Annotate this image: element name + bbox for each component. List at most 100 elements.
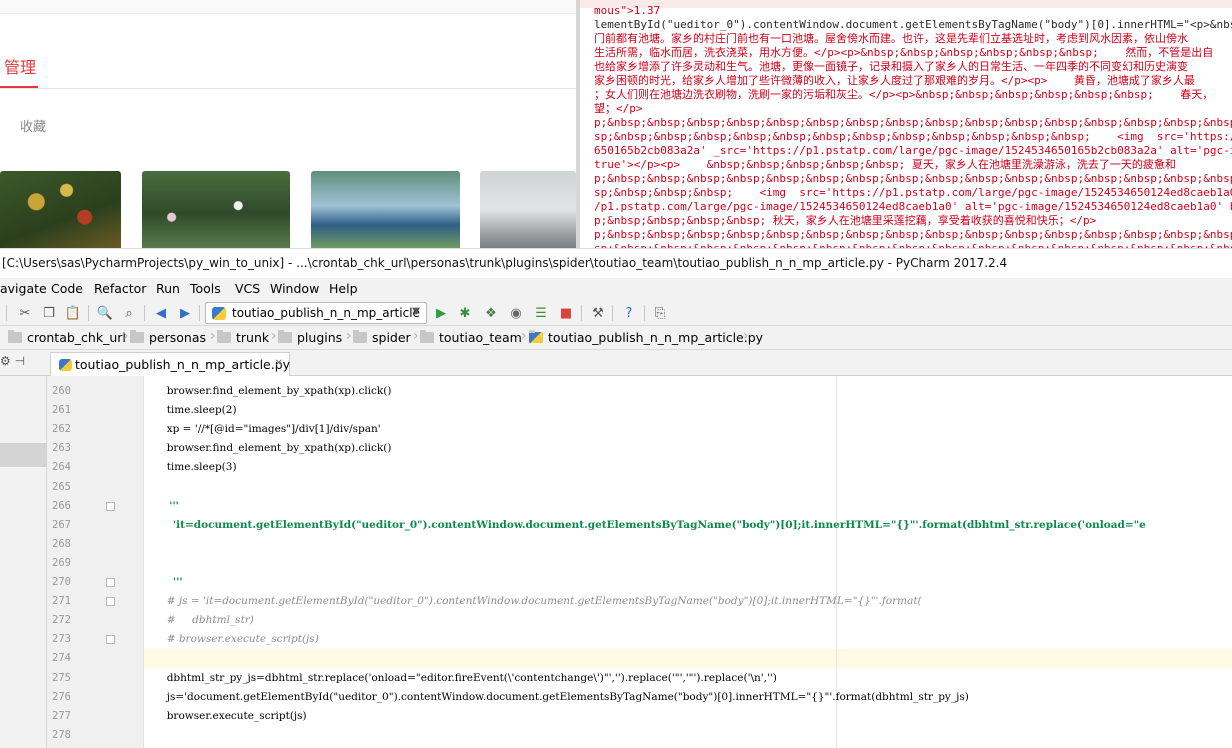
folder-icon <box>8 330 22 343</box>
menu-tools[interactable]: Tools <box>190 281 221 296</box>
python-file-icon <box>59 359 72 371</box>
profile-icon[interactable]: ◉ <box>507 304 525 322</box>
run-configuration-select[interactable]: toutiao_publish_n_n_mp_article ▼ <box>205 302 427 324</box>
fold-marker-icon[interactable] <box>106 597 115 607</box>
code-line: dbhtml_str_py_js=dbhtml_str.replace('onl… <box>144 671 777 684</box>
code-line: browser.execute_script(js) <box>144 709 307 722</box>
forward-icon[interactable]: ▶ <box>176 304 194 322</box>
output-line: 望；</p> <box>594 102 643 115</box>
toolbar-separator <box>88 305 89 321</box>
menu-code[interactable]: Code <box>51 281 83 296</box>
menu-navigate[interactable]: avigate <box>0 281 47 296</box>
folder-icon <box>217 330 231 343</box>
breadcrumb-item[interactable]: personas <box>130 330 206 345</box>
menu-run[interactable]: Run <box>156 281 180 296</box>
stop-icon[interactable]: ■ <box>557 304 575 322</box>
toolbar-separator <box>144 305 145 321</box>
output-pane[interactable]: mous">1.37 lementById("ueditor_0").conten… <box>576 0 1232 248</box>
output-line: sp;&nbsp;&nbsp;&nbsp;&nbsp;&nbsp;&nbsp;&… <box>594 130 1232 143</box>
code-line: browser.find_element_by_xpath(xp).click(… <box>144 385 392 397</box>
menu-vcs[interactable]: VCS <box>235 281 260 296</box>
debug-icon[interactable]: ✱ <box>456 304 474 322</box>
project-panel-strip[interactable] <box>0 376 47 748</box>
breadcrumb-item[interactable]: crontab_chk_url <box>8 330 126 345</box>
toolbar-separator <box>581 305 582 321</box>
line-number: 276 <box>52 690 71 703</box>
output-line: p;&nbsp;&nbsp;&nbsp;&nbsp;&nbsp;&nbsp;&n… <box>594 116 1232 129</box>
folder-icon <box>130 330 144 343</box>
menu-window[interactable]: Window <box>270 281 319 296</box>
line-number: 268 <box>52 537 71 550</box>
breadcrumb-separator: › <box>210 328 216 344</box>
code-line: # browser.execute_script(js) <box>144 633 319 646</box>
paste-icon[interactable]: 📋 <box>64 304 82 322</box>
window-titlebar: [C:\Users\sas\PycharmProjects\py_win_to_… <box>0 248 1232 278</box>
line-number: 277 <box>52 709 71 722</box>
menu-refactor[interactable]: Refactor <box>94 281 146 296</box>
code-line: browser.find_element_by_xpath(xp).click(… <box>144 442 392 455</box>
fold-marker-icon[interactable] <box>106 635 115 645</box>
code-editor[interactable]: browser.find_element_by_xpath(xp).click(… <box>144 376 1232 748</box>
favorites-link[interactable]: 收藏 <box>20 116 46 135</box>
line-number: 263 <box>52 442 71 455</box>
thumbnail-lotus-leaves[interactable] <box>0 171 121 248</box>
output-line: lementById("ueditor_0").contentWindow.do… <box>594 18 1232 31</box>
line-number: 278 <box>52 728 71 741</box>
gear-icon[interactable]: ⚙ ⊣ <box>0 354 25 368</box>
fold-marker-icon[interactable] <box>106 578 115 587</box>
menu-bar: avigate Code Refactor Run Tools VCS Wind… <box>0 278 1232 300</box>
output-line: 也给家乡增添了许多灵动和生气。池塘，更像一面镜子，记录和摄入了家乡人的日常生活、… <box>594 60 1188 73</box>
thumbnail-water-lilies[interactable] <box>142 171 290 248</box>
nav-divider <box>0 88 576 89</box>
output-line: sp;&nbsp;&nbsp;&nbsp; <img src='https://… <box>594 186 1232 199</box>
breadcrumb-separator: › <box>743 328 749 344</box>
output-line: 家乡困顿的时光，给家乡人增加了些许微薄的收入，让家乡人度过了那艰难的岁月。</p… <box>594 74 1195 87</box>
thumbnail-winter-lake[interactable] <box>480 171 576 248</box>
tab-file[interactable]: toutiao_publish_n_n_mp_article.py ✕ <box>50 352 290 376</box>
breadcrumb-item[interactable]: trunk <box>217 330 269 345</box>
output-line: /p1.pstatp.com/large/pgc-image/152453465… <box>594 200 1232 213</box>
line-number: 266 <box>52 499 71 512</box>
folder-icon <box>278 330 292 343</box>
breadcrumb-item[interactable]: toutiao_team <box>420 330 522 345</box>
python-console-icon[interactable]: ⎘ <box>651 304 669 322</box>
line-number: 271 <box>52 595 71 608</box>
breadcrumb: crontab_chk_url › personas › trunk › plu… <box>0 326 1232 350</box>
help-icon[interactable]: ? <box>620 304 638 322</box>
fold-marker-icon[interactable] <box>106 501 115 511</box>
breadcrumb-item[interactable]: plugins <box>278 330 342 345</box>
breadcrumb-separator: › <box>521 328 527 344</box>
python-file-icon <box>212 307 226 320</box>
breadcrumb-item[interactable]: toutiao_publish_n_n_mp_article.py <box>529 330 763 345</box>
desktop: { "browser": { "nav_title": "管理", "favor… <box>0 0 1232 748</box>
pycharm-window: [C:\Users\sas\PycharmProjects\py_win_to_… <box>0 248 1232 748</box>
back-icon[interactable]: ◀ <box>152 304 170 322</box>
tab-file-label: toutiao_publish_n_n_mp_article.py <box>75 357 291 372</box>
copy-icon[interactable]: ❐ <box>40 304 58 322</box>
output-line: 门前都有池塘。家乡的村庄门前也有一口池塘。屋舍傍水而建。也许，这是先辈们立基选址… <box>594 32 1188 45</box>
replace-icon[interactable]: ⌕ <box>120 304 138 322</box>
thumbnail-lake-trees[interactable] <box>311 171 460 248</box>
code-line: ''' <box>169 499 179 512</box>
code-line: js='document.getElementById("ueditor_0")… <box>144 690 969 703</box>
editor-tabs: ⚙ ⊣ toutiao_publish_n_n_mp_article.py ✕ <box>0 350 1232 376</box>
line-number: 262 <box>52 423 71 436</box>
run-icon[interactable]: ▶ <box>432 304 450 322</box>
code-line: time.sleep(3) <box>144 461 237 474</box>
settings-icon[interactable]: ⚒ <box>589 304 607 322</box>
line-number: 261 <box>52 404 71 417</box>
concurrency-icon[interactable]: ☰ <box>532 304 550 322</box>
breadcrumb-separator: › <box>271 328 277 344</box>
nav-tab-manage[interactable]: 管理 <box>4 54 36 78</box>
output-line: p;&nbsp;&nbsp;&nbsp;&nbsp;&nbsp;&nbsp;&n… <box>594 228 1232 241</box>
menu-help[interactable]: Help <box>329 281 358 296</box>
close-icon[interactable]: ✕ <box>275 358 283 369</box>
coverage-icon[interactable]: ❖ <box>482 304 500 322</box>
output-line: true'></p><p> &nbsp;&nbsp;&nbsp;&nbsp;&n… <box>594 158 1176 171</box>
window-title: [C:\Users\sas\PycharmProjects\py_win_to_… <box>2 256 1008 270</box>
output-line: ；女人们则在池塘边洗衣刷物，洗刷一家的污垢和灰尘。</p><p>&nbsp;&n… <box>594 88 1214 101</box>
current-line-highlight <box>144 649 1232 669</box>
find-icon[interactable]: 🔍 <box>96 304 114 322</box>
breadcrumb-item[interactable]: spider <box>353 330 411 345</box>
cut-icon[interactable]: ✂ <box>16 304 34 322</box>
